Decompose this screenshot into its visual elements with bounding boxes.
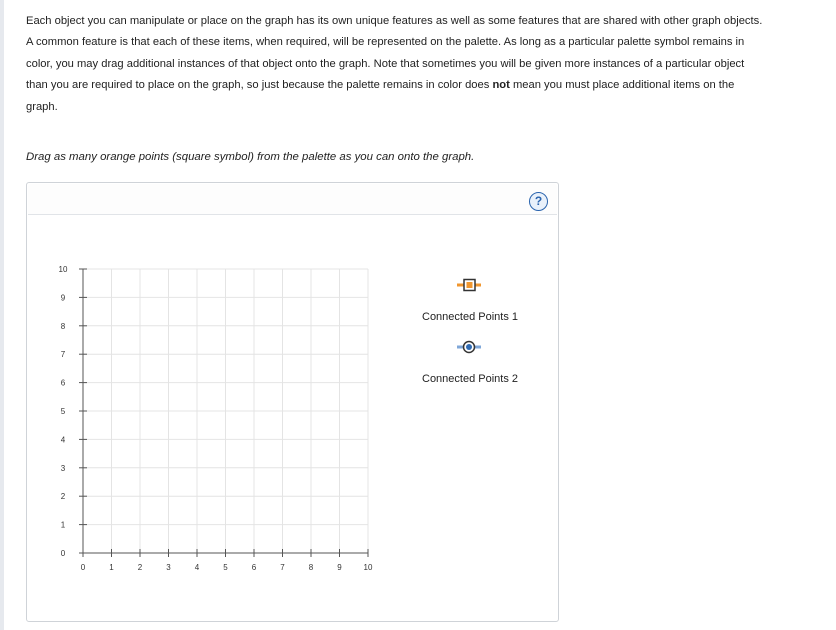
intro-line-1: Each object you can manipulate or place … xyxy=(26,15,763,27)
palette-square-fill xyxy=(466,282,473,288)
y-tick-label: 5 xyxy=(61,407,66,416)
palette-circle-fill xyxy=(466,344,472,350)
y-tick-label: 3 xyxy=(61,464,66,473)
x-tick-label: 3 xyxy=(166,563,171,572)
x-tick-label: 7 xyxy=(280,563,285,572)
intro-line-3: color, you may drag additional instances… xyxy=(26,57,745,70)
graph-area[interactable]: 0 1 2 3 4 5 6 7 8 9 10 0 1 2 3 4 5 6 7 8 9 10 xyxy=(27,183,558,621)
y-tick-label: 1 xyxy=(61,521,66,530)
graph-panel: ? 0 1 2 3 4 5 6 7 8 9 10 0 1 2 3 4 5 6 7 8 9 10 Connected Poi… xyxy=(26,182,559,622)
intro-line-2: A common feature is that each of these i… xyxy=(26,36,745,49)
intro-line-4b: mean you must place additional items on … xyxy=(509,79,735,92)
x-tick-label: 8 xyxy=(309,563,314,572)
y-tick-label: 6 xyxy=(61,379,66,388)
x-tick-label: 5 xyxy=(223,563,228,572)
left-border-strip xyxy=(0,0,4,630)
intro-bold-not: not xyxy=(492,79,510,92)
x-tick-label: 0 xyxy=(81,563,86,572)
y-tick-label: 9 xyxy=(61,293,66,302)
intro-line-4a: than you are required to place on the gr… xyxy=(26,79,493,92)
y-tick-label: 10 xyxy=(59,265,68,274)
y-tick-label: 2 xyxy=(61,492,66,501)
intro-line-5: graph. xyxy=(26,100,58,113)
y-tick-label: 8 xyxy=(61,322,66,331)
x-tick-label: 9 xyxy=(337,563,342,572)
x-tick-label: 2 xyxy=(138,563,143,572)
x-tick-label: 1 xyxy=(109,563,114,572)
palette-label-connected-points-2: Connected Points 2 xyxy=(422,373,519,385)
x-tick-label: 4 xyxy=(195,563,200,572)
instruction-text: Drag as many orange points (square symbo… xyxy=(26,151,475,163)
intro-paragraph: Each object you can manipulate or place … xyxy=(26,11,832,118)
y-tick-label: 0 xyxy=(61,549,66,558)
x-tick-label: 6 xyxy=(252,563,257,572)
y-tick-label: 7 xyxy=(61,350,66,359)
palette-label-connected-points-1: Connected Points 1 xyxy=(422,311,519,323)
y-tick-label: 4 xyxy=(61,435,66,444)
x-tick-label: 10 xyxy=(364,563,373,572)
